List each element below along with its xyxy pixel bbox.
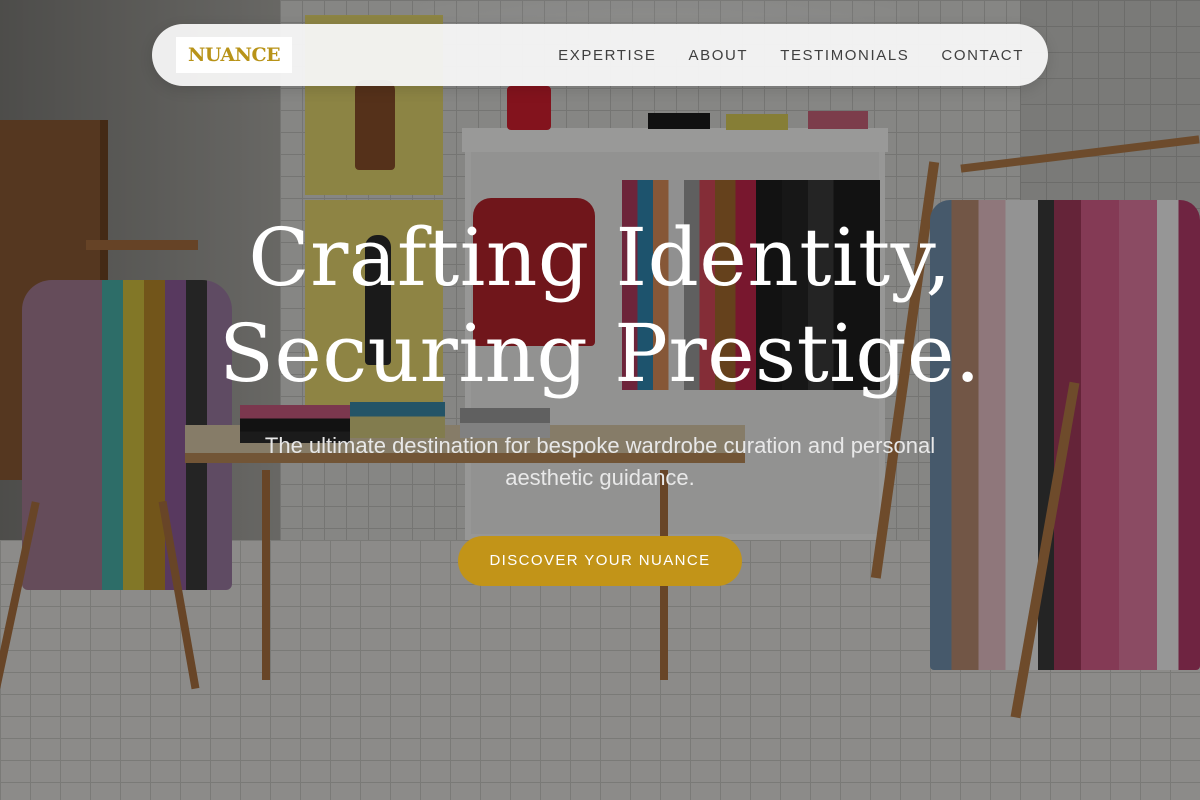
discover-cta-button[interactable]: DISCOVER YOUR NUANCE bbox=[458, 536, 742, 586]
hero-headline: Crafting Identity, Securing Prestige. bbox=[0, 210, 1200, 402]
nav-link-contact[interactable]: CONTACT bbox=[941, 47, 1024, 64]
nav-link-testimonials[interactable]: TESTIMONIALS bbox=[780, 47, 909, 64]
nav-link-about[interactable]: ABOUT bbox=[689, 47, 749, 64]
hero-section: Crafting Identity, Securing Prestige. Th… bbox=[0, 210, 1200, 586]
brand-logo-text: NUANCE bbox=[188, 44, 281, 66]
hero-subtitle: The ultimate destination for bespoke war… bbox=[264, 433, 936, 490]
nav-links: EXPERTISE ABOUT TESTIMONIALS CONTACT bbox=[558, 47, 1024, 64]
brand-logo[interactable]: NUANCE bbox=[176, 37, 293, 73]
nav-link-expertise[interactable]: EXPERTISE bbox=[558, 47, 656, 64]
hero-headline-line-2: Securing Prestige. bbox=[219, 307, 981, 400]
hero-headline-line-1: Crafting Identity, bbox=[248, 211, 952, 304]
top-navigation-bar: NUANCE EXPERTISE ABOUT TESTIMONIALS CONT… bbox=[152, 24, 1048, 86]
